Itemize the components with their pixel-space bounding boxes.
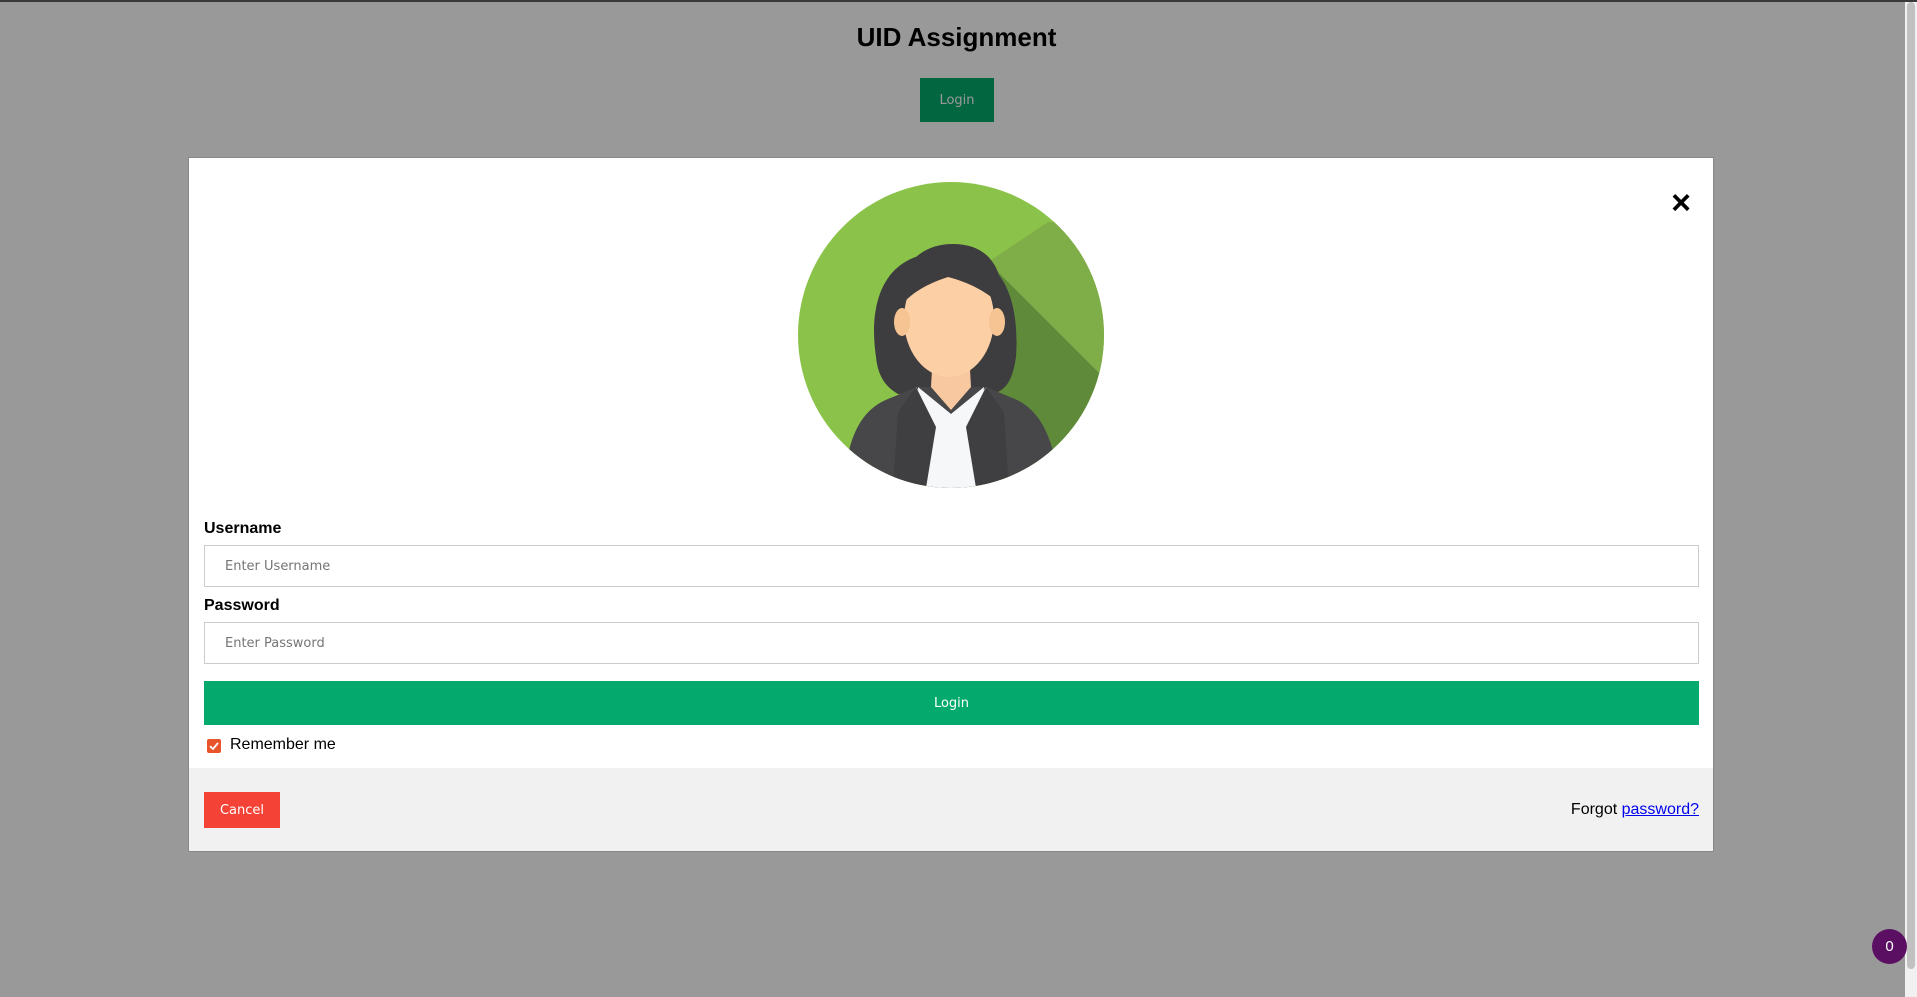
password-label: Password [204, 597, 280, 614]
login-modal: × Username Enter Username Password Login… [188, 157, 1714, 852]
close-icon[interactable]: × [1666, 186, 1696, 220]
forgot-prefix: Forgot [1570, 801, 1618, 818]
scrollbar-thumb[interactable] [1907, 2, 1915, 969]
checkmark-icon [209, 742, 219, 751]
remember-me-checkbox[interactable] [207, 739, 221, 753]
password-input[interactable] [204, 622, 1699, 664]
forgot-password-text: Forgot password? [1571, 801, 1699, 819]
username-input[interactable] [204, 545, 1699, 587]
notification-badge[interactable]: 0 [1872, 929, 1907, 964]
woman-avatar-icon [798, 182, 1104, 488]
cancel-button[interactable]: Cancel [204, 792, 280, 828]
remember-me-row[interactable]: Remember me [207, 734, 336, 756]
window-top-edge [0, 0, 1917, 2]
login-submit-button[interactable]: Login [204, 681, 1699, 725]
vertical-scrollbar[interactable] [1905, 0, 1917, 997]
forgot-password-link[interactable]: password? [1622, 801, 1699, 818]
username-label: Username [204, 520, 282, 537]
modal-footer: Cancel Forgot password? [189, 768, 1713, 851]
remember-me-label: Remember me [230, 736, 336, 753]
